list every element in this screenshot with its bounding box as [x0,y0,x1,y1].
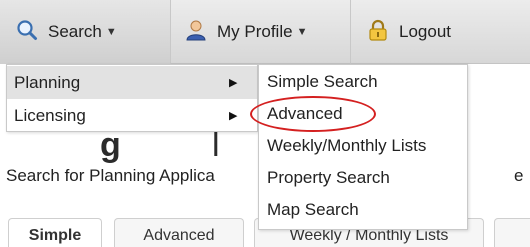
lock-icon [367,19,389,46]
chevron-right-icon: ▶ [229,110,238,122]
my-profile-label: My Profile [217,22,293,41]
search-category-menu: Planning ▶ Licensing ▶ [6,64,258,132]
menu-item-weekly-monthly-lists[interactable]: Weekly/Monthly Lists [259,130,467,162]
page-description-tail: e [514,166,524,185]
user-icon [185,19,207,46]
search-menu-button[interactable]: Search ▼ [0,0,170,64]
page-description: Search for Planning Applica [6,166,215,185]
menu-item-licensing[interactable]: Licensing ▶ [7,99,257,132]
tab-next[interactable] [494,218,530,247]
chevron-right-icon: ▶ [229,77,238,89]
chevron-down-icon: ▼ [296,26,308,38]
planning-search-flyout: Simple Search Advanced Weekly/Monthly Li… [258,64,468,230]
chevron-down-icon: ▼ [105,26,117,38]
tab-simple[interactable]: Simple [8,218,102,247]
search-menu-label: Search [48,22,102,41]
menu-item-planning-label: Planning [14,72,81,92]
my-profile-menu-button[interactable]: My Profile ▼ [170,0,350,64]
menu-item-planning[interactable]: Planning ▶ [7,66,257,99]
menu-item-map-search[interactable]: Map Search [259,194,467,226]
menu-item-property-search[interactable]: Property Search [259,162,467,194]
menu-item-licensing-label: Licensing [14,105,86,125]
top-navbar: Search ▼ My Profile ▼ Logout [0,0,530,64]
logout-button[interactable]: Logout [350,0,530,64]
tab-advanced[interactable]: Advanced [114,218,244,247]
logout-label: Logout [399,22,451,41]
menu-item-simple-search[interactable]: Simple Search [259,66,467,98]
search-icon [16,19,38,46]
menu-item-advanced[interactable]: Advanced [259,98,467,130]
